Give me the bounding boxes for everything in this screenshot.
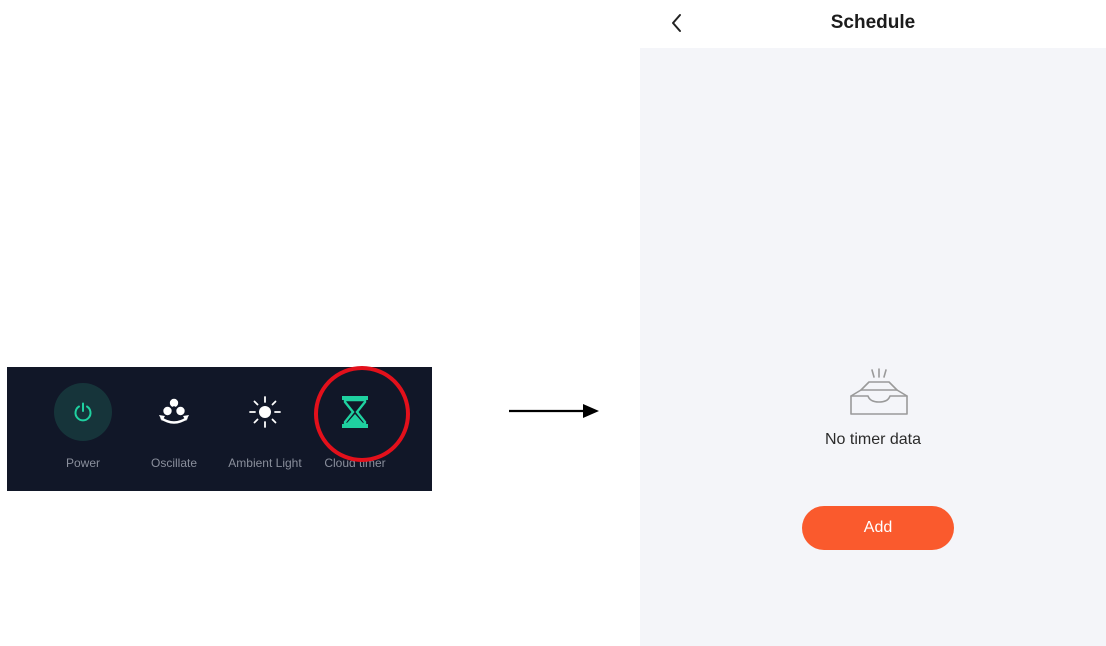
oscillate-control[interactable]: Oscillate xyxy=(129,367,219,491)
device-control-bar: Power Oscillate Ambient Light Cloud time… xyxy=(7,366,432,491)
fan-oscillate-icon xyxy=(159,398,189,424)
header-bar: Schedule xyxy=(640,0,1106,48)
transition-arrow-icon xyxy=(509,404,599,418)
power-button[interactable] xyxy=(54,383,112,441)
empty-inbox-icon xyxy=(850,368,908,415)
power-icon xyxy=(74,402,92,422)
sun-icon xyxy=(249,396,281,428)
power-control[interactable]: Power xyxy=(38,367,128,491)
schedule-screen: Schedule No timer data Add xyxy=(640,0,1106,646)
ambient-light-control[interactable]: Ambient Light xyxy=(220,367,310,491)
page-title: Schedule xyxy=(830,12,916,33)
empty-state-text: No timer data xyxy=(824,431,922,448)
schedule-content: No timer data Add xyxy=(640,48,1106,646)
highlight-circle xyxy=(314,366,410,462)
add-button[interactable]: Add xyxy=(802,506,954,550)
